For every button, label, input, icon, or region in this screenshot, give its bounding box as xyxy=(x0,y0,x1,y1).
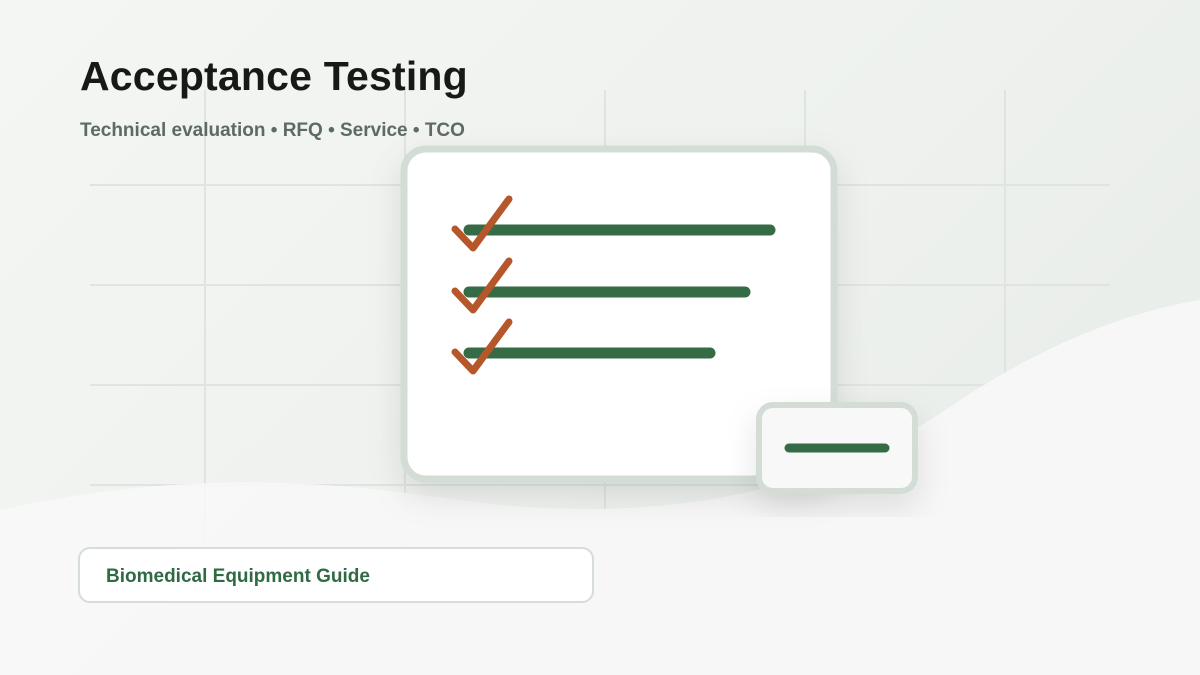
hero-banner: Acceptance Testing Technical evaluation … xyxy=(0,0,1200,675)
minus-card-icon xyxy=(756,402,918,494)
guide-badge-label: Biomedical Equipment Guide xyxy=(106,566,370,587)
guide-badge: Biomedical Equipment Guide xyxy=(78,547,594,603)
